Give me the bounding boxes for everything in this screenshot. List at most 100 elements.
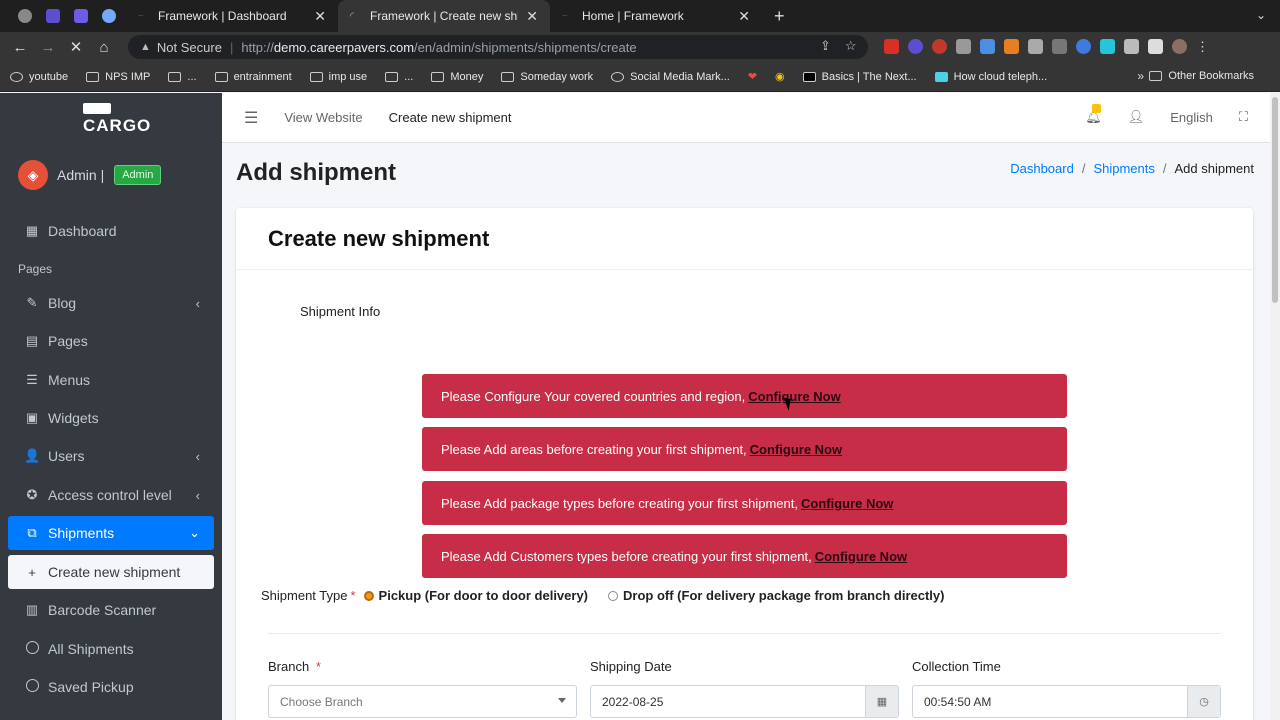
browser-tab[interactable]: ~ Framework | Dashboard ✕: [126, 0, 338, 32]
bookmark-folder[interactable]: Money: [431, 71, 483, 83]
sidepanel-icon[interactable]: [1148, 39, 1163, 54]
plus-icon: +: [28, 564, 36, 580]
dropoff-radio[interactable]: [608, 590, 619, 601]
home-icon[interactable]: ⌂: [90, 39, 118, 56]
sidebar-item-label: Dashboard: [48, 223, 117, 239]
more-bookmarks-button[interactable]: »: [1137, 69, 1144, 83]
shipping-date-label: Shipping Date: [590, 659, 672, 674]
configure-now-link[interactable]: Configure Now: [748, 389, 840, 404]
forward-arrow-icon[interactable]: →: [34, 39, 62, 56]
folder-icon: [309, 71, 323, 82]
new-tab-button[interactable]: +: [774, 6, 785, 27]
bookmark-folder[interactable]: entrainment: [214, 71, 292, 83]
sidebar-item-shipments[interactable]: ⧉ Shipments ⌄: [8, 516, 214, 550]
tab-label: Home | Framework: [582, 9, 684, 23]
sidebar-item-widgets[interactable]: ▣ Widgets: [8, 401, 214, 435]
sidebar-item-dashboard[interactable]: ▦ Dashboard: [8, 214, 214, 248]
language-selector[interactable]: English: [1170, 110, 1213, 125]
configure-now-link[interactable]: Configure Now: [801, 496, 893, 511]
branch-select[interactable]: Choose Branch: [268, 685, 577, 718]
dropoff-radio-label[interactable]: Drop off (For delivery package from bran…: [623, 588, 944, 603]
extension-icon[interactable]: [908, 39, 923, 54]
pinned-app-icon[interactable]: [46, 9, 60, 23]
sidebar-item-label: Widgets: [48, 410, 99, 426]
extension-icon[interactable]: [1028, 39, 1043, 54]
bookmark-item[interactable]: ❤: [748, 70, 757, 83]
chevron-down-icon[interactable]: ⌄: [1256, 8, 1266, 22]
back-arrow-icon[interactable]: ←: [6, 39, 34, 56]
breadcrumb-dashboard[interactable]: Dashboard: [1010, 161, 1074, 176]
avatar[interactable]: ◈: [18, 160, 48, 190]
sidebar-item-access-control[interactable]: ✪ Access control level ‹: [8, 478, 214, 512]
sidebar-item-users[interactable]: 👤 Users ‹: [8, 439, 214, 473]
caret-down-icon: [558, 698, 566, 703]
pinned-app-icon[interactable]: [102, 9, 116, 23]
pinned-tabs: [0, 9, 126, 23]
close-icon[interactable]: ✕: [738, 8, 750, 25]
extension-icon[interactable]: [980, 39, 995, 54]
bookmark-item[interactable]: Social Media Mark...: [611, 71, 730, 83]
calendar-icon[interactable]: ▦: [865, 686, 898, 717]
sidebar-item-pages[interactable]: ▤ Pages: [8, 324, 214, 358]
create-new-shipment-link[interactable]: Create new shipment: [389, 110, 512, 125]
bookmark-folder[interactable]: ...: [168, 71, 197, 83]
pickup-radio-label[interactable]: Pickup (For door to door delivery): [379, 588, 588, 603]
extension-icon[interactable]: [1004, 39, 1019, 54]
extension-icon[interactable]: [932, 39, 947, 54]
extension-icon[interactable]: [884, 39, 899, 54]
address-bar[interactable]: ▲ Not Secure | http://demo.careerpavers.…: [128, 35, 868, 59]
fullscreen-icon[interactable]: ⛶: [1239, 109, 1248, 125]
pickup-radio[interactable]: [363, 590, 374, 601]
star-icon[interactable]: ☆: [845, 38, 857, 54]
extensions: ⋮: [884, 39, 1211, 54]
collection-time-input[interactable]: 00:54:50 AM ◷: [912, 685, 1221, 718]
profile-avatar[interactable]: [1172, 39, 1187, 54]
configure-now-link[interactable]: Configure Now: [750, 442, 842, 457]
shipment-info-label: Shipment Info: [300, 304, 381, 319]
user-menu-icon[interactable]: 👤︎: [1128, 109, 1145, 125]
breadcrumb-shipments[interactable]: Shipments: [1093, 161, 1154, 176]
chrome-icon[interactable]: [18, 9, 32, 23]
stop-loading-icon[interactable]: ✕: [62, 38, 90, 56]
sidebar-item-saved-pickup[interactable]: Saved Pickup: [8, 670, 214, 704]
sidebar-item-menus[interactable]: ☰ Menus: [8, 363, 214, 397]
extension-icon[interactable]: [1076, 39, 1091, 54]
bookmark-folder[interactable]: NPS IMP: [86, 71, 150, 83]
notifications-button[interactable]: 🔔︎: [1085, 104, 1102, 125]
extension-icon[interactable]: [956, 39, 971, 54]
user-name[interactable]: Admin |: [57, 167, 104, 183]
menu-dots-icon[interactable]: ⋮: [1196, 39, 1211, 54]
pinned-app-icon[interactable]: [74, 9, 88, 23]
sidebar-item-all-shipments[interactable]: All Shipments: [8, 632, 214, 666]
sidebar-item-blog[interactable]: ✎ Blog ‹: [8, 286, 214, 320]
page-title: Add shipment: [236, 159, 396, 186]
other-bookmarks-folder[interactable]: Other Bookmarks: [1149, 70, 1254, 82]
scrollbar-thumb[interactable]: [1272, 97, 1278, 303]
view-website-link[interactable]: View Website: [284, 110, 362, 125]
hamburger-menu-icon[interactable]: ☰: [244, 108, 258, 128]
extension-icon[interactable]: [1052, 39, 1067, 54]
clock-icon[interactable]: ◷: [1187, 686, 1220, 717]
close-icon[interactable]: ✕: [314, 8, 326, 25]
configure-now-link[interactable]: Configure Now: [815, 549, 907, 564]
bookmark-folder[interactable]: imp use: [309, 71, 367, 83]
shipping-date-input[interactable]: 2022-08-25 ▦: [590, 685, 899, 718]
folder-icon: [168, 71, 182, 82]
sidebar-item-create-new-shipment[interactable]: + Create new shipment: [8, 555, 214, 589]
puzzle-icon[interactable]: [1124, 39, 1139, 54]
share-icon[interactable]: ⇪: [820, 38, 831, 54]
brand-logo[interactable]: CARGO: [83, 116, 151, 136]
bookmark-item[interactable]: youtube: [10, 71, 68, 83]
bookmark-item[interactable]: ◉: [775, 70, 785, 83]
bookmark-item[interactable]: How cloud teleph...: [934, 71, 1047, 83]
extension-icon[interactable]: [1100, 39, 1115, 54]
bookmark-folder[interactable]: ...: [385, 71, 413, 83]
sidebar-item-barcode-scanner[interactable]: ▥ Barcode Scanner: [8, 593, 214, 627]
bookmark-item[interactable]: Basics | The Next...: [802, 71, 917, 83]
sidebar-item-label: Users: [48, 448, 85, 464]
browser-tab-active[interactable]: ◜ Framework | Create new shipm ✕: [338, 0, 550, 32]
page-scrollbar[interactable]: [1270, 93, 1280, 720]
close-icon[interactable]: ✕: [526, 8, 538, 25]
bookmark-folder[interactable]: Someday work: [501, 71, 593, 83]
browser-tab[interactable]: ~ Home | Framework ✕: [550, 0, 762, 32]
